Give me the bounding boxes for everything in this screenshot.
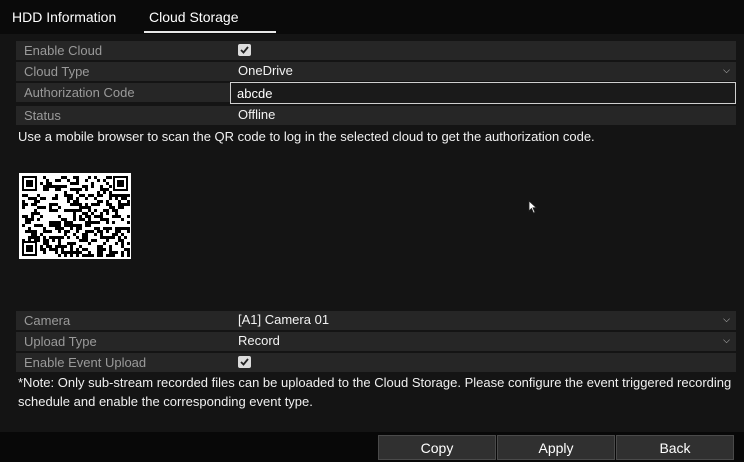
qr-code-icon xyxy=(19,173,131,259)
tab-cloud-storage[interactable]: Cloud Storage xyxy=(149,9,239,25)
enable-event-upload-checkbox[interactable] xyxy=(238,356,251,368)
authorization-code-value: abcde xyxy=(237,86,273,101)
copy-button[interactable]: Copy xyxy=(378,435,496,460)
tab-hdd-information[interactable]: HDD Information xyxy=(12,9,116,25)
cloud-type-value[interactable]: OneDrive xyxy=(238,63,293,78)
cloud-type-row[interactable]: Cloud Type OneDrive ⌵ xyxy=(16,62,736,81)
upload-type-label: Upload Type xyxy=(24,334,97,349)
status-row: Status Offline xyxy=(16,106,736,125)
upload-type-row[interactable]: Upload Type Record ⌵ xyxy=(16,332,736,351)
status-label: Status xyxy=(24,108,61,123)
cloud-type-label: Cloud Type xyxy=(24,64,90,79)
authorization-code-label: Authorization Code xyxy=(24,85,135,100)
chevron-down-icon[interactable]: ⌵ xyxy=(723,335,730,346)
mouse-pointer-icon xyxy=(528,200,538,214)
camera-row[interactable]: Camera [A1] Camera 01 ⌵ xyxy=(16,311,736,330)
cloud-storage-window: HDD Information Cloud Storage Enable Clo… xyxy=(0,0,744,462)
tab-bar: HDD Information Cloud Storage xyxy=(0,0,744,34)
camera-label: Camera xyxy=(24,313,71,328)
qr-instruction-text: Use a mobile browser to scan the QR code… xyxy=(18,129,595,144)
upload-note-text: *Note: Only sub-stream recorded files ca… xyxy=(18,375,732,409)
chevron-down-icon[interactable]: ⌵ xyxy=(723,314,730,325)
active-tab-indicator xyxy=(144,31,276,33)
status-value: Offline xyxy=(238,107,276,122)
chevron-down-icon[interactable]: ⌵ xyxy=(723,65,730,76)
enable-event-upload-row: Enable Event Upload xyxy=(16,353,736,372)
apply-button[interactable]: Apply xyxy=(497,435,615,460)
back-button[interactable]: Back xyxy=(616,435,734,460)
authorization-code-input[interactable]: abcde xyxy=(230,82,736,104)
enable-event-upload-label: Enable Event Upload xyxy=(24,355,147,370)
camera-value[interactable]: [A1] Camera 01 xyxy=(238,312,329,327)
enable-cloud-label: Enable Cloud xyxy=(24,43,103,58)
checkbox-checked-icon xyxy=(240,46,249,54)
enable-cloud-checkbox[interactable] xyxy=(238,44,251,56)
upload-type-value[interactable]: Record xyxy=(238,333,280,348)
enable-cloud-row: Enable Cloud xyxy=(16,41,736,60)
checkbox-checked-icon xyxy=(240,358,249,366)
